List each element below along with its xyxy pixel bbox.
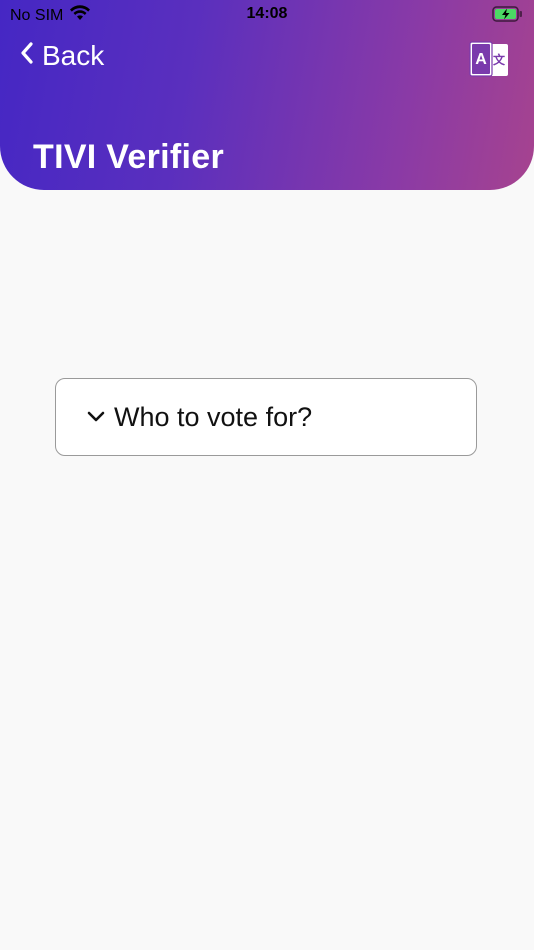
translate-glyph-b: 文 [493, 52, 506, 67]
status-time: 14:08 [246, 5, 288, 22]
back-button[interactable]: Back [20, 40, 104, 72]
battery-charging-icon [492, 6, 524, 27]
header-banner: No SIM 14:08 Back A 文 TIVI Verifier [0, 0, 534, 190]
chevron-left-icon [20, 40, 34, 72]
page-title: TIVI Verifier [33, 138, 224, 176]
chevron-down-icon [86, 410, 106, 424]
translate-button[interactable]: A 文 [468, 40, 510, 80]
translate-icon: A 文 [468, 41, 510, 84]
back-label: Back [42, 40, 105, 71]
accordion-label: Who to vote for? [114, 401, 313, 432]
status-bar: No SIM 14:08 [0, 0, 534, 30]
who-to-vote-for-accordion[interactable]: Who to vote for? [55, 378, 477, 456]
translate-glyph-a: A [475, 51, 487, 68]
app-screen: No SIM 14:08 Back A 文 TIVI Verifier Who … [0, 0, 534, 950]
